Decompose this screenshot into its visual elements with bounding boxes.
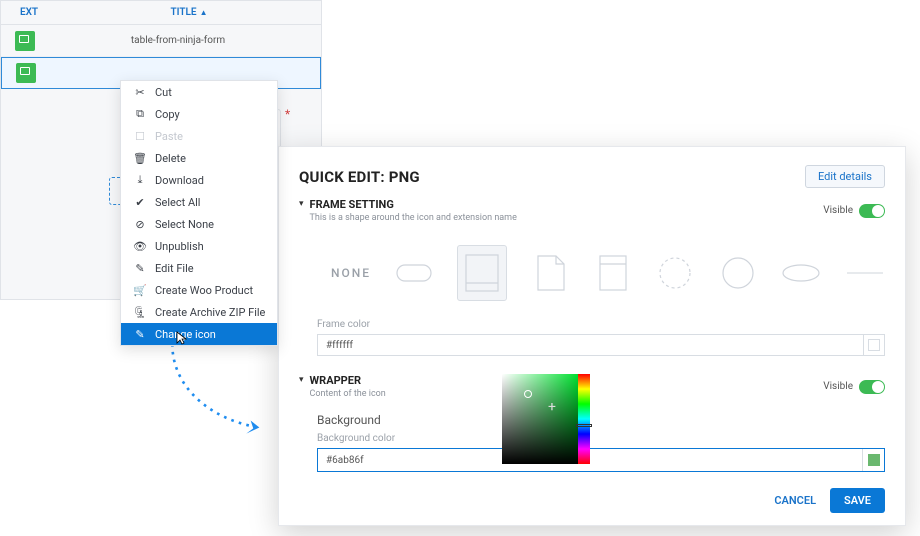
col-header-ext[interactable]: EXT (1, 7, 57, 18)
context-menu-item-select-all[interactable]: ✔ Select All (121, 191, 277, 213)
cut-icon: ✂ (131, 86, 149, 99)
frame-shape-circle[interactable] (719, 252, 757, 294)
edit-file-icon: ✎ (131, 262, 149, 275)
table-row[interactable]: table-from-ninja-form (1, 25, 321, 57)
frame-shape-square-footer[interactable] (457, 245, 507, 301)
context-menu-item-paste: ☐ Paste (121, 125, 277, 147)
cursor-icon (176, 331, 188, 348)
frame-shape-header[interactable] (594, 252, 632, 294)
sort-asc-icon: ▲ (200, 8, 208, 17)
context-menu-label: Select None (155, 218, 214, 231)
frame-section-title: FRAME SETTING (310, 198, 517, 211)
quick-edit-panel: QUICK EDIT: PNG Edit details ▾ FRAME SET… (278, 146, 906, 526)
frame-color-swatch[interactable] (863, 334, 885, 356)
panel-title: QUICK EDIT: PNG (299, 168, 420, 186)
context-menu-item-unpublish[interactable]: 👁 Unpublish (121, 235, 277, 257)
frame-color-label: Frame color (317, 319, 885, 330)
required-asterisk: * (285, 107, 290, 121)
context-menu-label: Create Woo Product (155, 284, 253, 297)
frame-shape-pill[interactable] (395, 252, 433, 294)
visible-label: Visible (823, 205, 853, 216)
unpublish-icon: 👁 (131, 240, 149, 253)
context-menu: ✂ Cut ⧉ Copy ☐ Paste 🗑 Delete ⤓ Download ✔ Select A… (120, 80, 278, 346)
frame-shape-options: NONE (331, 245, 885, 301)
context-menu-item-create-archive-zip-file[interactable]: 🗜 Create Archive ZIP File (121, 301, 277, 323)
frame-none-option[interactable]: NONE (331, 266, 371, 280)
save-button[interactable]: SAVE (830, 488, 885, 513)
context-menu-label: Copy (155, 108, 180, 121)
cancel-button[interactable]: CANCEL (774, 494, 816, 507)
background-heading: Background (317, 413, 885, 427)
context-menu-item-change-icon[interactable]: ✎Change icon (121, 323, 277, 345)
frame-shape-underline[interactable] (845, 252, 885, 294)
frame-color-input[interactable] (317, 334, 863, 356)
context-menu-item-edit-file[interactable]: ✎ Edit File (121, 257, 277, 279)
download-icon: ⤓ (131, 173, 149, 187)
frame-shape-oval[interactable] (781, 252, 821, 294)
wrapper-section: ▾ WRAPPER Content of the icon Visible Ba… (299, 374, 885, 472)
table-header-row: EXT TITLE▲ (1, 1, 321, 25)
visible-label: Visible (823, 381, 853, 392)
context-menu-item-create-woo-product[interactable]: 🛒 Create Woo Product (121, 279, 277, 301)
chevron-down-icon[interactable]: ▾ (299, 375, 304, 385)
hue-handle[interactable] (576, 424, 592, 427)
frame-shape-circle-dashed[interactable] (656, 252, 694, 294)
context-menu-label: Select All (155, 196, 200, 209)
frame-section-subtitle: This is a shape around the icon and exte… (310, 213, 517, 223)
color-picker-saturation-value[interactable]: + (502, 374, 578, 464)
chevron-down-icon[interactable]: ▾ (299, 199, 304, 209)
delete-icon: 🗑 (131, 152, 149, 165)
color-picker-hue[interactable] (578, 374, 590, 464)
select-all-icon: ✔ (131, 196, 149, 209)
context-menu-item-copy[interactable]: ⧉ Copy (121, 103, 277, 125)
create-woo-product-icon: 🛒 (131, 284, 149, 297)
color-picker[interactable]: + (502, 374, 592, 464)
crosshair-icon: + (548, 400, 556, 414)
change-icon-icon: ✎ (131, 328, 149, 341)
file-type-icon (15, 31, 35, 51)
col-header-title-text: TITLE (171, 7, 197, 18)
context-menu-label: Cut (155, 86, 172, 99)
context-menu-label: Paste (155, 130, 183, 143)
context-menu-item-delete[interactable]: 🗑 Delete (121, 147, 277, 169)
edit-details-button[interactable]: Edit details (805, 165, 885, 188)
context-menu-label: Create Archive ZIP File (155, 306, 265, 319)
frame-visible-toggle[interactable] (859, 204, 885, 218)
background-color-label: Background color (317, 433, 885, 444)
context-menu-item-download[interactable]: ⤓ Download (121, 169, 277, 191)
background-color-swatch[interactable] (862, 449, 884, 471)
context-menu-label: Edit File (155, 262, 194, 275)
copy-icon: ⧉ (131, 107, 149, 121)
paste-icon: ☐ (131, 130, 149, 143)
select-none-icon: ⊘ (131, 218, 149, 231)
frame-section: ▾ FRAME SETTING This is a shape around t… (299, 198, 885, 356)
file-type-icon (16, 63, 36, 83)
frame-shape-page-fold[interactable] (531, 252, 569, 294)
context-menu-label: Download (155, 174, 204, 187)
color-picker-handle[interactable] (524, 390, 532, 398)
create-archive-zip-file-icon: 🗜 (131, 306, 149, 319)
file-title: table-from-ninja-form (35, 35, 321, 46)
context-menu-label: Unpublish (155, 240, 204, 253)
context-menu-item-cut[interactable]: ✂ Cut (121, 81, 277, 103)
context-menu-item-select-none[interactable]: ⊘ Select None (121, 213, 277, 235)
context-menu-label: Delete (155, 152, 186, 165)
wrapper-visible-toggle[interactable] (859, 380, 885, 394)
wrapper-section-title: WRAPPER (310, 374, 386, 387)
col-header-title[interactable]: TITLE▲ (57, 7, 321, 18)
wrapper-section-subtitle: Content of the icon (310, 389, 386, 399)
